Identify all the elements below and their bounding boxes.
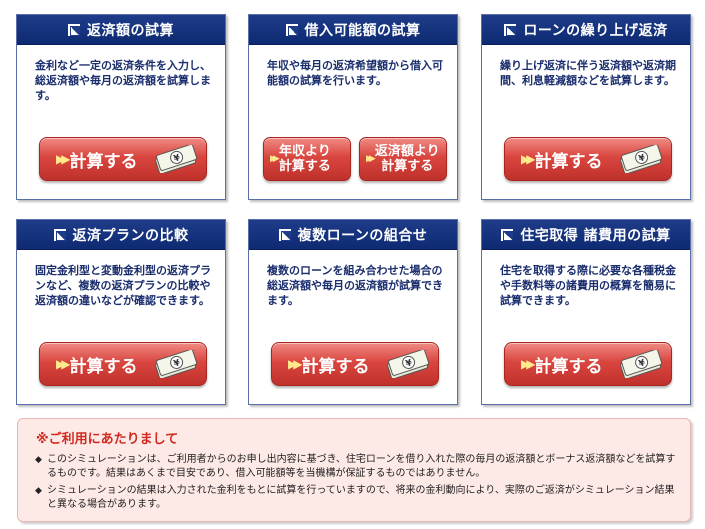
double-arrow-icon: ▶▶ [521, 357, 536, 371]
calculate-button-label: 計算する [534, 356, 603, 377]
card-header: 複数ローンの組合せ [249, 220, 457, 250]
card-header: 借入可能額の試算 [249, 15, 457, 45]
diamond-bullet-icon: ◆ [35, 486, 42, 496]
notice-item: ◆ このシミュレーションは、ご利用者からのお申し出内容に基づき、住宅ローンを借り… [35, 453, 683, 481]
card-header: 住宅取得 諸費用の試算 [482, 220, 690, 250]
arrow-box-icon [53, 228, 66, 241]
card-description: 固定金利型と変動金利型の返済プランなど、複数の返済プランの比較や返済額の違いなど… [35, 264, 211, 307]
money-icon: ¥ [155, 350, 198, 378]
diamond-bullet-icon: ◆ [35, 455, 42, 465]
calculate-button-label: 計算する [301, 356, 370, 377]
calc-by-repayment-label: 返済額より 計算する [374, 144, 440, 174]
money-icon: ¥ [387, 350, 430, 378]
card-header: ローンの繰り上げ返済 [482, 15, 690, 45]
money-icon: ¥ [155, 145, 198, 173]
card-borrowable-calc: 借入可能額の試算 年収や毎月の返済希望額から借入可能額の試算を行います。 ▶▶ … [248, 14, 458, 200]
arrow-box-icon [68, 23, 80, 36]
calc-button-group: ▶▶ 年収より 計算する ▶▶ 返済額より 計算する [263, 137, 447, 181]
card-plan-compare: 返済プランの比較 固定金利型と変動金利型の返済プランなど、複数の返済プランの比較… [16, 219, 226, 405]
card-title: 複数ローンの組合せ [297, 227, 428, 244]
card-description: 複数のローンを組み合わせた場合の総返済額や毎月の返済額が試算できます。 [267, 264, 443, 307]
calculate-button[interactable]: ▶▶ 計算する ¥ [39, 137, 207, 181]
calculate-button[interactable]: ▶▶ 計算する ¥ [504, 137, 672, 181]
calculate-button[interactable]: ▶▶ 計算する ¥ [39, 342, 207, 386]
calculate-button-label: 計算する [534, 151, 603, 172]
arrow-box-icon [504, 23, 517, 36]
double-arrow-icon: ▶▶ [56, 357, 71, 371]
calculate-button[interactable]: ▶▶ 計算する ¥ [504, 342, 672, 386]
money-icon: ¥ [620, 145, 663, 173]
arrow-box-icon [285, 23, 298, 36]
calculate-button[interactable]: ▶▶ 計算する ¥ [271, 342, 439, 386]
card-description: 繰り上げ返済に伴う返済額や返済期間、利息軽減額などを試算します。 [500, 59, 676, 87]
notice-list: ◆ このシミュレーションは、ご利用者からのお申し出内容に基づき、住宅ローンを借り… [35, 453, 683, 515]
card-title: 借入可能額の試算 [304, 22, 421, 39]
double-arrow-icon: ▶▶ [366, 153, 376, 164]
notice-item: ◆ シミュレーションの結果は入力された金利をもとに試算を行っていますので、将来の… [35, 484, 683, 512]
card-repayment-calc: 返済額の試算 金利など一定の返済条件を入力し、総返済額や毎月の返済額を試算します… [16, 14, 226, 200]
double-arrow-icon: ▶▶ [270, 153, 280, 164]
card-title: 返済プランの比較 [72, 227, 189, 244]
double-arrow-icon: ▶▶ [288, 357, 303, 371]
usage-notice: ※ご利用にあたりまして ◆ このシミュレーションは、ご利用者からのお申し出内容に… [17, 418, 691, 522]
card-header: 返済額の試算 [17, 15, 225, 45]
card-description: 金利など一定の返済条件を入力し、総返済額や毎月の返済額を試算します。 [35, 59, 211, 102]
notice-item-text: シミュレーションの結果は入力された金利をもとに試算を行っていますので、将来の金利… [47, 485, 675, 510]
card-prepayment-calc: ローンの繰り上げ返済 繰り上げ返済に伴う返済額や返済期間、利息軽減額などを試算し… [481, 14, 691, 200]
calc-by-income-button[interactable]: ▶▶ 年収より 計算する [263, 137, 351, 181]
notice-title: ※ご利用にあたりまして [36, 432, 179, 447]
calc-by-repayment-button[interactable]: ▶▶ 返済額より 計算する [359, 137, 447, 181]
notice-item-text: このシミュレーションは、ご利用者からのお申し出内容に基づき、住宅ローンを借り入れ… [47, 454, 676, 479]
arrow-box-icon [278, 228, 291, 241]
calculate-button-label: 計算する [69, 356, 138, 377]
double-arrow-icon: ▶▶ [56, 152, 71, 166]
card-title: 返済額の試算 [87, 22, 174, 39]
double-arrow-icon: ▶▶ [521, 152, 536, 166]
arrow-box-icon [501, 228, 514, 241]
calculate-button-label: 計算する [69, 151, 138, 172]
card-title: 住宅取得 諸費用の試算 [520, 227, 671, 244]
calc-by-income-label: 年収より 計算する [278, 144, 331, 174]
card-description: 年収や毎月の返済希望額から借入可能額の試算を行います。 [267, 59, 443, 87]
money-icon: ¥ [620, 350, 663, 378]
card-description: 住宅を取得する際に必要な各種税金や手数料等の諸費用の概算を簡易に試算できます。 [500, 264, 676, 307]
card-housing-costs: 住宅取得 諸費用の試算 住宅を取得する際に必要な各種税金や手数料等の諸費用の概算… [481, 219, 691, 405]
card-header: 返済プランの比較 [17, 220, 225, 250]
card-title: ローンの繰り上げ返済 [523, 22, 668, 39]
card-multi-loan: 複数ローンの組合せ 複数のローンを組み合わせた場合の総返済額や毎月の返済額が試算… [248, 219, 458, 405]
